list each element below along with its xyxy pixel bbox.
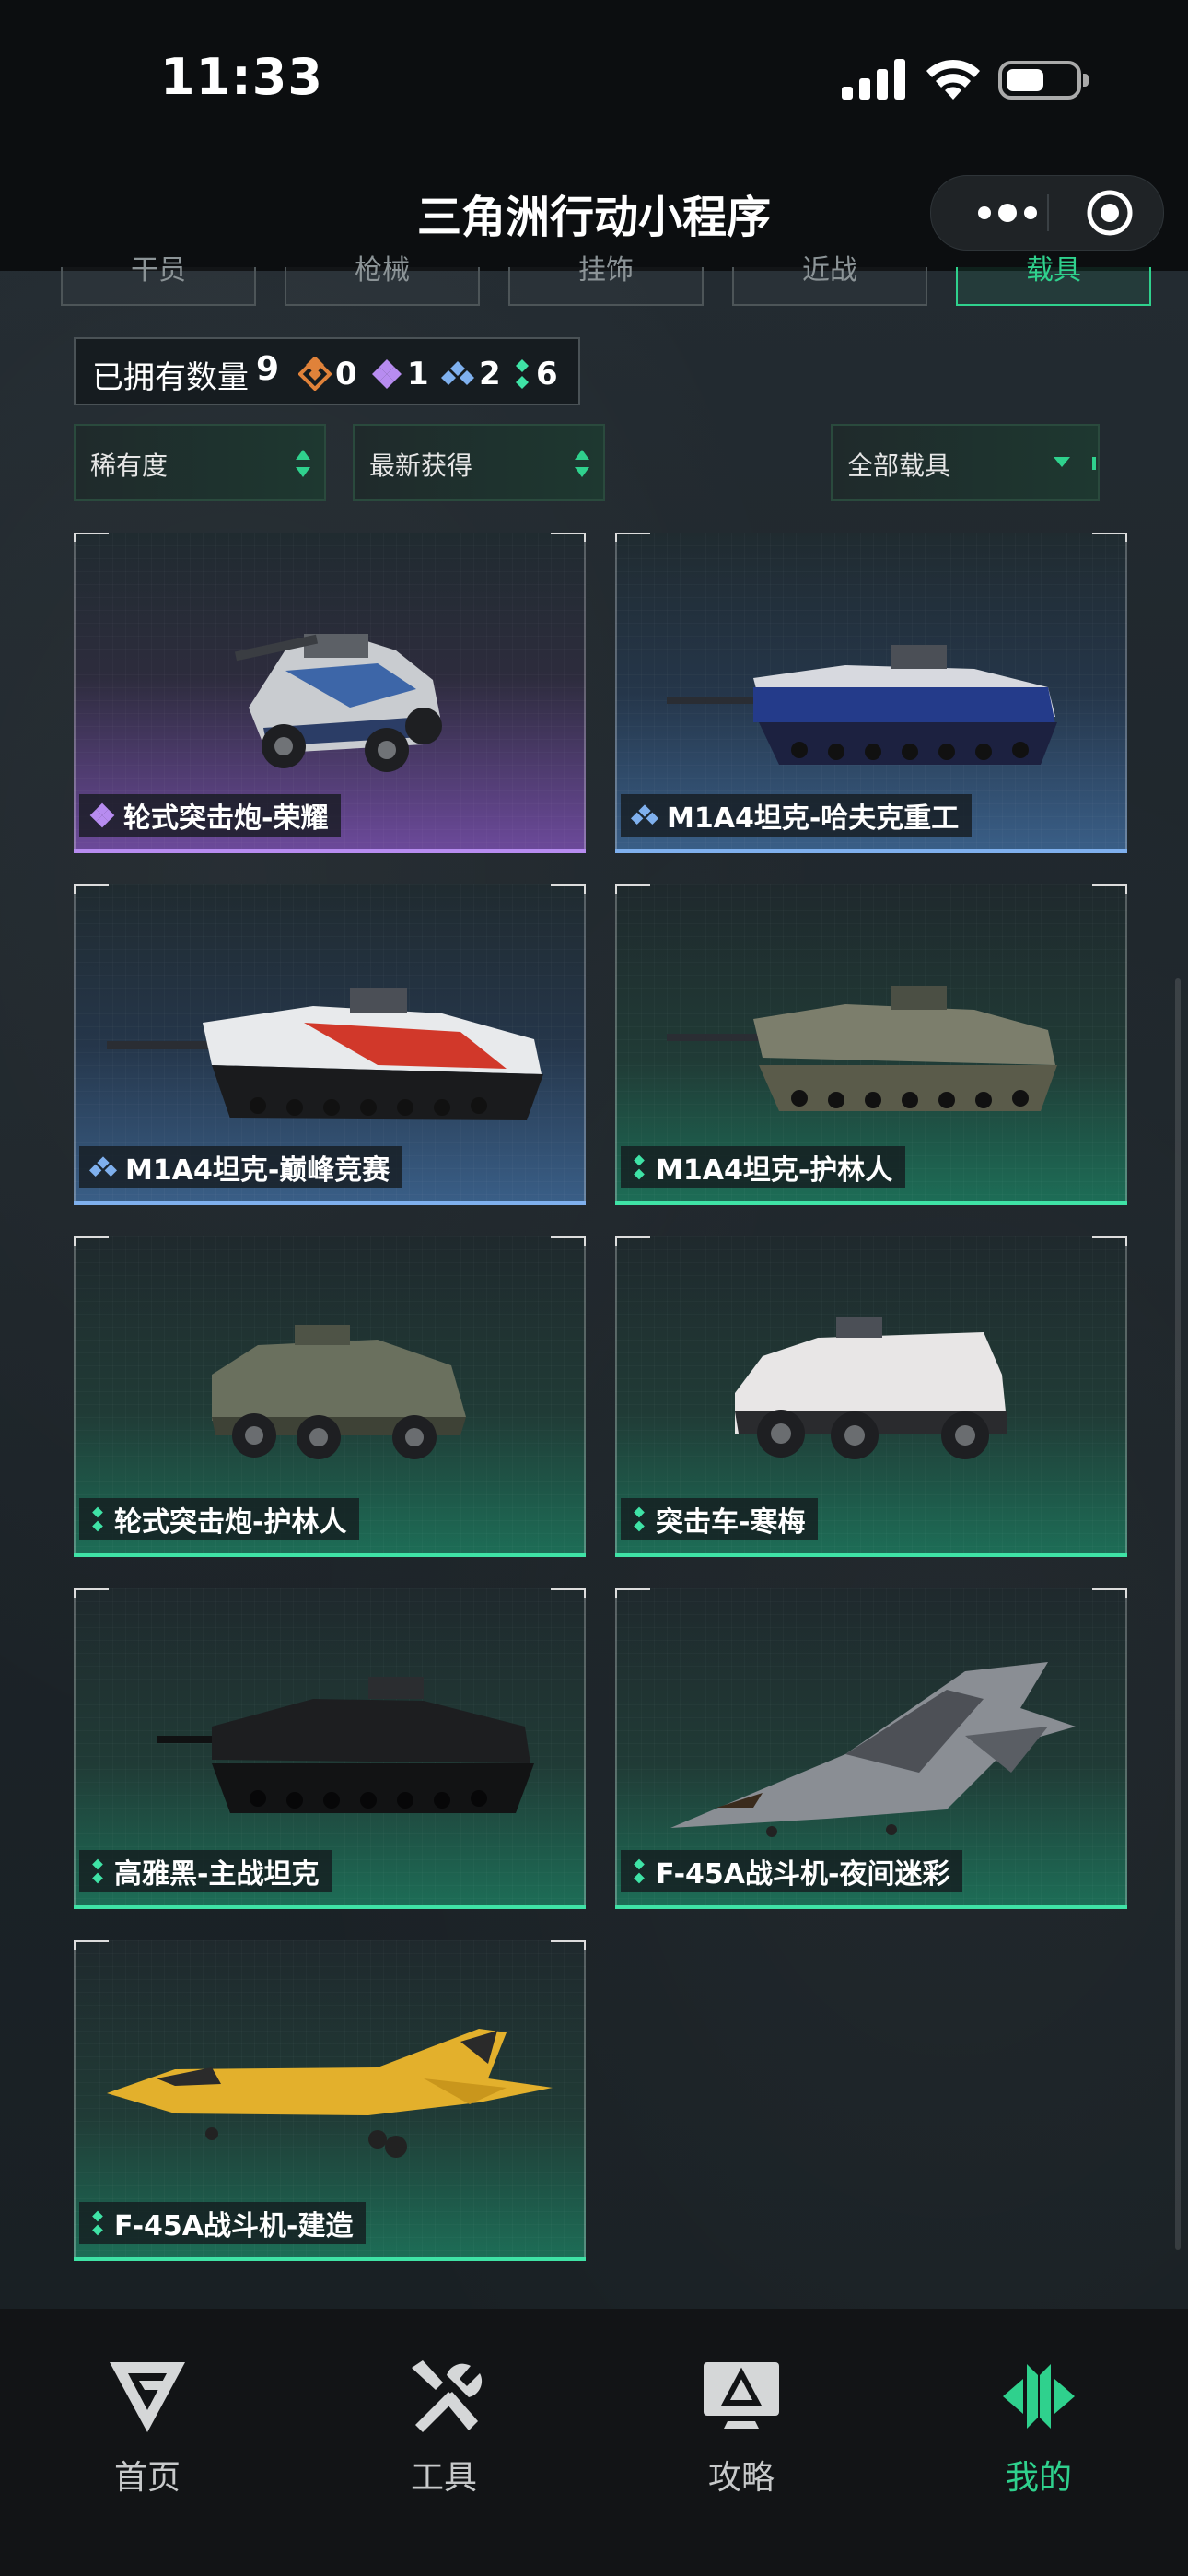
profile-logo-icon <box>1003 2364 1075 2429</box>
vehicle-name: M1A4坦克-护林人 <box>656 1154 893 1187</box>
status-bar: 11:33 <box>0 0 1188 147</box>
vehicle-card[interactable]: F-45A战斗机-建造 <box>74 1940 586 2261</box>
vehicle-name: 轮式突击炮-护林人 <box>114 1506 347 1539</box>
rarity-count-orange: 0 <box>298 356 357 392</box>
green-diamond-icon <box>634 1858 645 1884</box>
close-miniprogram-icon[interactable] <box>1086 189 1134 237</box>
vehicle-card[interactable]: 轮式突击炮-荣耀 <box>74 533 586 853</box>
vehicle-name: M1A4坦克-巅峰竞赛 <box>125 1154 390 1187</box>
owned-label: 已拥有数量 <box>92 359 249 396</box>
vehicle-card[interactable]: M1A4坦克-哈夫克重工 <box>615 533 1127 853</box>
chevron-down-icon <box>1054 457 1070 467</box>
vehicle-card[interactable]: M1A4坦克-护林人 <box>615 884 1127 1205</box>
purple-diamond-icon <box>372 359 402 389</box>
vehicle-card[interactable]: 突击车-寒梅 <box>615 1236 1127 1557</box>
rarity-count-blue: 2 <box>440 356 501 392</box>
guide-monitor-icon <box>704 2362 779 2429</box>
vehicle-card[interactable]: 高雅黑-主战坦克 <box>74 1588 586 1909</box>
blue-diamond-icon <box>631 804 658 825</box>
rarity-count-purple: 1 <box>370 356 429 392</box>
vehicle-card[interactable]: M1A4坦克-巅峰竞赛 <box>74 884 586 1205</box>
green-diamond-icon <box>92 1506 103 1532</box>
green-diamond-icon <box>634 1506 645 1532</box>
vehicle-name: 突击车-寒梅 <box>656 1506 806 1539</box>
rarity-count-green: 6 <box>512 356 558 392</box>
vehicle-name: M1A4坦克-哈夫克重工 <box>667 802 960 835</box>
vehicle-card[interactable]: F-45A战斗机-夜间迷彩 <box>615 1588 1127 1909</box>
vehicle-name: 轮式突击炮-荣耀 <box>123 802 329 835</box>
more-options-icon[interactable] <box>966 193 1049 233</box>
tab-charms[interactable]: 挂饰 <box>508 254 704 306</box>
wifi-icon <box>926 59 980 100</box>
sort-updown-icon <box>296 450 310 477</box>
vehicle-category-dropdown[interactable]: 全部载具 <box>831 424 1100 501</box>
purple-diamond-icon <box>89 802 115 828</box>
miniprogram-capsule <box>930 175 1164 251</box>
home-logo-icon <box>110 2362 185 2432</box>
status-time: 11:33 <box>160 48 323 106</box>
tab-vehicles[interactable]: 载具 <box>956 254 1151 306</box>
sort-updown-icon <box>575 450 589 477</box>
acquisition-sort-button[interactable]: 最新获得 <box>353 424 605 501</box>
bottom-tab-profile[interactable]: 我的 <box>947 2355 1131 2499</box>
vehicle-name: F-45A战斗机-建造 <box>114 2210 354 2242</box>
battery-icon <box>998 61 1089 100</box>
orange-diamond-icon <box>298 357 332 391</box>
green-diamond-icon <box>92 2210 103 2236</box>
owned-total: 9 <box>256 350 280 388</box>
vehicle-card[interactable]: 轮式突击炮-护林人 <box>74 1236 586 1557</box>
vehicle-name: 高雅黑-主战坦克 <box>114 1858 320 1891</box>
bottom-tab-guide[interactable]: 攻略 <box>649 2355 833 2499</box>
tab-firearms[interactable]: 枪械 <box>285 254 480 306</box>
category-tabs: 干员 枪械 挂饰 近战 载具 <box>61 254 1153 306</box>
green-diamond-icon <box>634 1154 645 1180</box>
rarity-sort-button[interactable]: 稀有度 <box>74 424 326 501</box>
bottom-tab-bar: 首页 工具 攻略 我的 <box>0 2309 1188 2576</box>
owned-count-panel: 已拥有数量 9 0 1 2 6 <box>74 337 580 405</box>
blue-diamond-icon <box>89 1156 117 1177</box>
green-diamond-icon <box>516 359 529 389</box>
tab-melee[interactable]: 近战 <box>732 254 927 306</box>
vehicle-name: F-45A战斗机-夜间迷彩 <box>656 1858 950 1891</box>
cellular-signal-icon <box>842 59 905 100</box>
green-diamond-icon <box>92 1858 103 1884</box>
tab-operators[interactable]: 干员 <box>61 254 256 306</box>
blue-diamond-icon <box>441 361 474 385</box>
tools-icon <box>412 2360 483 2432</box>
bottom-tab-home[interactable]: 首页 <box>55 2355 239 2499</box>
bottom-tab-tools[interactable]: 工具 <box>352 2355 536 2499</box>
scrollbar[interactable] <box>1175 978 1181 2250</box>
